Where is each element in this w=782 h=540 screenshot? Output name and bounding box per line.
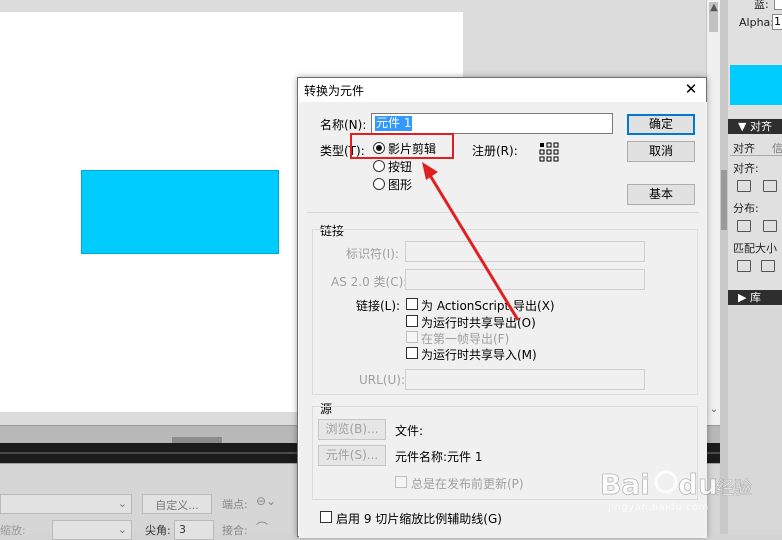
annotation-arrow-icon	[422, 162, 520, 321]
svg-text:经验: 经验	[716, 478, 752, 499]
baidu-watermark-logo: Bai du 经验	[600, 468, 752, 502]
svg-text:Bai: Bai	[600, 468, 650, 501]
watermark-url: jingyan.baidu.com	[608, 502, 709, 513]
svg-text:du: du	[678, 468, 718, 501]
